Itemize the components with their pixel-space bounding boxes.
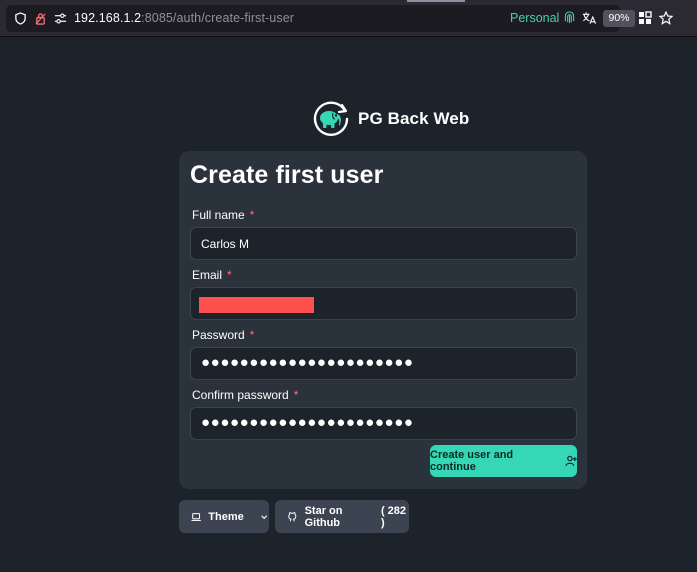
chevron-down-icon (260, 514, 267, 519)
chrome-divider (0, 36, 697, 37)
required-mark: * (293, 388, 299, 402)
permissions-icon[interactable] (53, 11, 67, 25)
github-star-count: ( 282 ) (380, 504, 407, 529)
create-user-button-label: Create user and continue (430, 449, 514, 473)
email-label-text: Email (192, 268, 223, 282)
password-label: Password * (192, 328, 254, 342)
required-mark: * (249, 328, 255, 342)
laptop-icon (191, 512, 201, 521)
extensions-grid-icon[interactable] (638, 11, 652, 25)
github-button-label: Star on Github (304, 504, 343, 529)
create-user-card: Create first user Full name * Carlos M Em… (179, 151, 587, 489)
required-mark: * (249, 208, 255, 222)
page-title: Create first user (190, 161, 384, 189)
url-text[interactable]: 192.168.1.2:8085/auth/create-first-user (74, 11, 294, 25)
insecure-lock-icon[interactable] (33, 11, 47, 25)
browser-toolbar: 192.168.1.2:8085/auth/create-first-user … (0, 0, 697, 36)
fingerprint-icon (564, 11, 576, 25)
theme-button-label: Theme (208, 510, 244, 523)
password-input[interactable]: ●●●●●●●●●●●●●●●●●●●●●● (190, 347, 577, 380)
container-label[interactable]: Personal (510, 11, 559, 25)
full-name-input[interactable]: Carlos M (190, 227, 577, 260)
full-name-label-text: Full name (192, 208, 245, 222)
required-mark: * (227, 268, 232, 282)
confirm-password-label: Confirm password * (192, 388, 298, 402)
email-input[interactable] (190, 287, 577, 320)
elephant-logo-icon (313, 101, 349, 136)
full-name-value: Carlos M (201, 237, 250, 251)
app-logo: PG Back Web (312, 99, 469, 139)
confirm-password-masked-value: ●●●●●●●●●●●●●●●●●●●●●● (201, 414, 414, 431)
url-host: 192.168.1.2 (74, 11, 142, 25)
create-user-button[interactable]: Create user and continue (430, 445, 577, 477)
tab-indicator (407, 0, 465, 2)
tracking-shield-icon[interactable] (13, 11, 27, 25)
full-name-label: Full name * (192, 208, 254, 222)
theme-button[interactable]: Theme (179, 500, 269, 533)
password-label-text: Password (192, 328, 245, 342)
user-plus-icon (565, 455, 577, 467)
confirm-password-label-text: Confirm password (192, 388, 289, 402)
star-on-github-button[interactable]: Star on Github ( 282 ) (275, 500, 409, 533)
zoom-level-badge[interactable]: 90% (603, 10, 635, 27)
translate-icon[interactable] (582, 11, 598, 25)
app-name: PG Back Web (358, 109, 470, 128)
email-label: Email * (192, 268, 232, 282)
github-icon (288, 511, 297, 521)
password-masked-value: ●●●●●●●●●●●●●●●●●●●●●● (201, 354, 414, 371)
url-path: :8085/auth/create-first-user (141, 11, 295, 25)
redacted-email-block (199, 297, 314, 313)
url-bar[interactable]: 192.168.1.2:8085/auth/create-first-user … (6, 5, 635, 32)
bookmark-star-icon[interactable] (658, 10, 674, 25)
confirm-password-input[interactable]: ●●●●●●●●●●●●●●●●●●●●●● (190, 407, 577, 440)
